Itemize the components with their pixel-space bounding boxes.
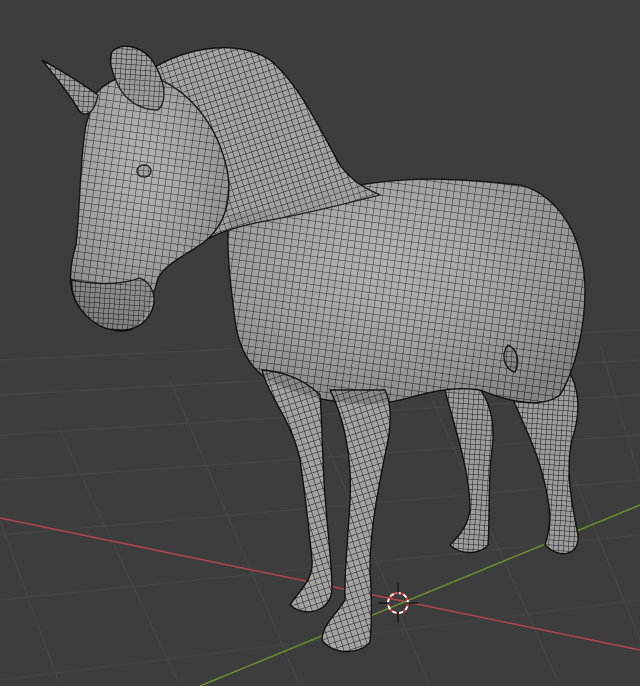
3d-viewport[interactable] (0, 0, 640, 686)
viewport-canvas[interactable] (0, 0, 640, 686)
